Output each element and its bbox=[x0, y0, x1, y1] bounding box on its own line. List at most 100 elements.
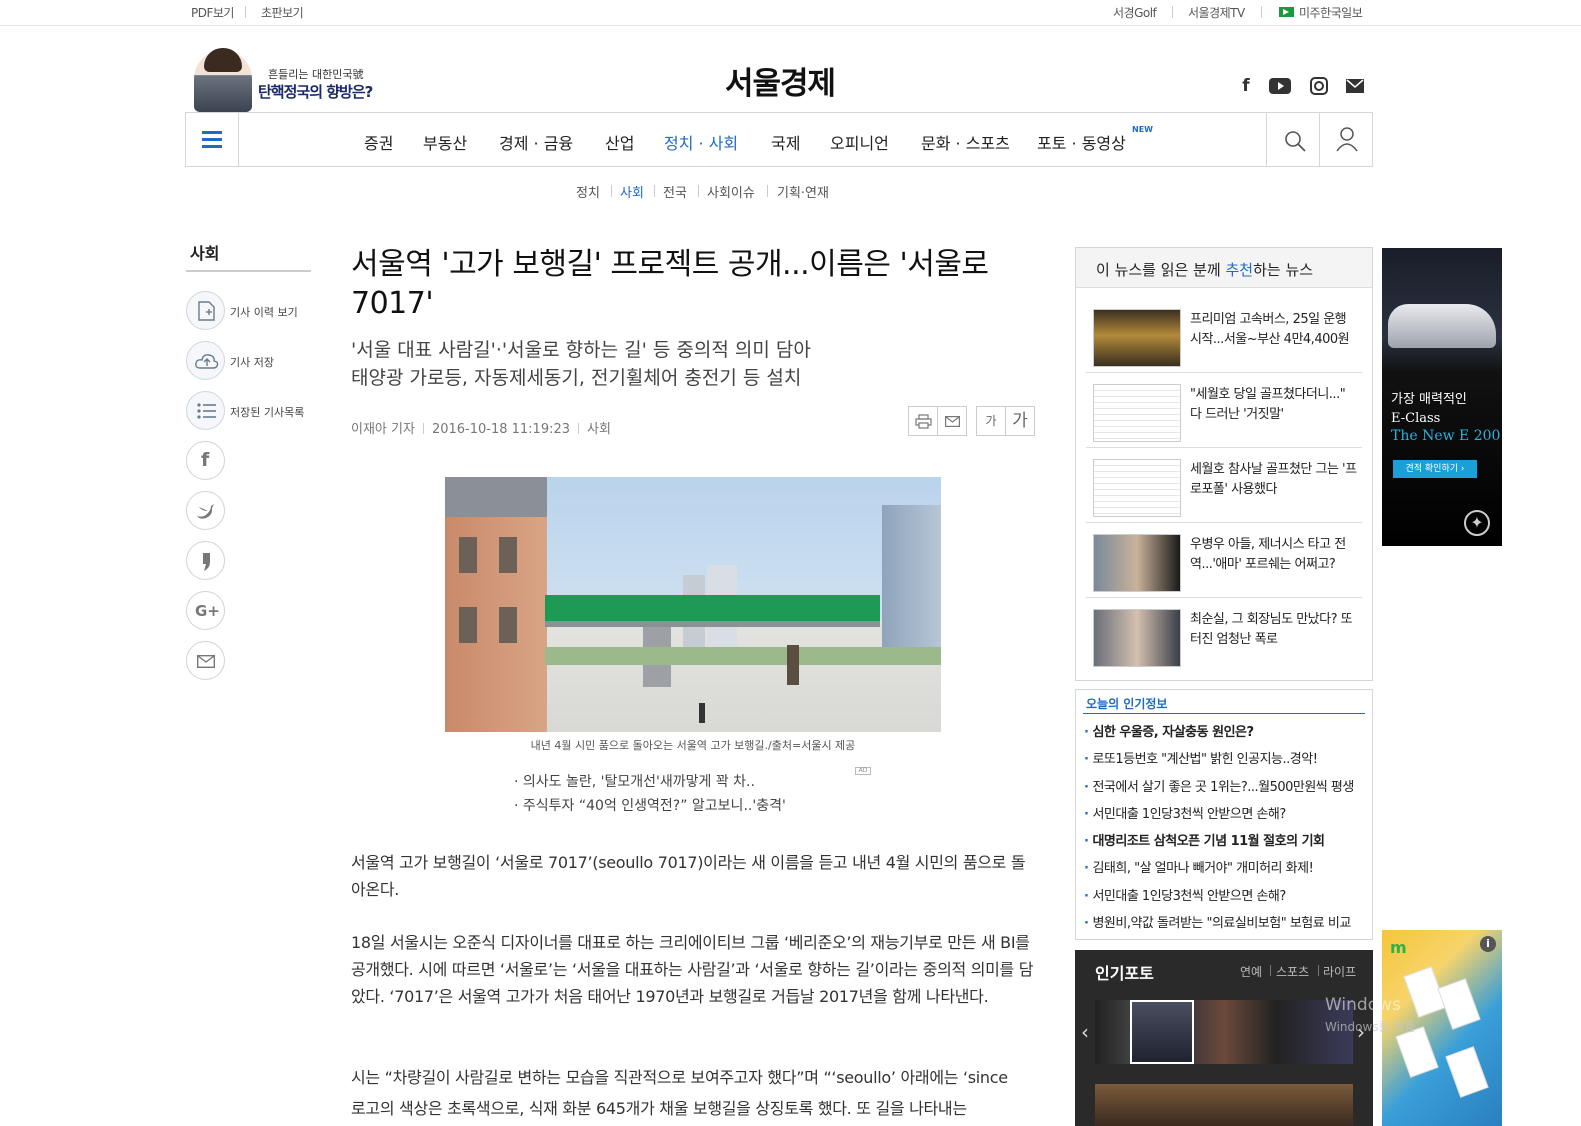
submenu-politics[interactable]: 정치 bbox=[576, 182, 600, 201]
photo-caption: 내년 4월 시민 품으로 돌아오는 서울역 고가 보행길./출처=서울시 제공 bbox=[530, 739, 856, 752]
instagram-icon[interactable] bbox=[1310, 77, 1328, 95]
nav-economy-finance[interactable]: 경제 · 금융 bbox=[499, 130, 573, 154]
promo-banner[interactable]: 흔들리는 대한민국號 탄핵정국의 향방은? bbox=[190, 48, 390, 112]
ad-card bbox=[1437, 978, 1481, 1030]
submenu-features[interactable]: 기획·연재 bbox=[777, 182, 829, 201]
byline: 이재아 기자 2016-10-18 11:19:23 사회 bbox=[351, 418, 611, 437]
save-article-label[interactable]: 기사 저장 bbox=[230, 354, 274, 370]
share-facebook-button[interactable]: f bbox=[186, 441, 225, 480]
related-link[interactable]: · 의사도 놀란, '탈모개선'새까맣게 꽉 차.. bbox=[514, 771, 755, 791]
user-button[interactable] bbox=[1319, 113, 1372, 166]
divider bbox=[767, 185, 768, 197]
nav-opinion[interactable]: 오피니언 bbox=[830, 130, 889, 154]
new-badge: NEW bbox=[1132, 125, 1153, 134]
nav-politics-society[interactable]: 정치 · 사회 bbox=[664, 130, 738, 154]
thumbnail bbox=[1093, 534, 1181, 592]
article-photo bbox=[445, 477, 941, 732]
sk-tv-link[interactable]: 서울경제TV bbox=[1188, 4, 1245, 21]
email-icon bbox=[197, 655, 215, 668]
promo-portrait bbox=[194, 48, 252, 112]
submenu-social-issues[interactable]: 사회이슈 bbox=[707, 182, 755, 201]
popular-item[interactable]: 서민대출 1인당3천씩 안받으면 손해? bbox=[1084, 803, 1369, 822]
photo-category-entertainment[interactable]: 연예 bbox=[1240, 963, 1262, 980]
popular-item[interactable]: 심한 우울증, 자살충동 원인은? bbox=[1084, 721, 1369, 740]
popular-photo-title: 인기포토 bbox=[1095, 964, 1154, 983]
pdf-view-link[interactable]: PDF보기 bbox=[191, 4, 234, 21]
site-logo[interactable]: 서울경제 bbox=[700, 58, 860, 103]
popular-item[interactable]: 병원비,약값 돌려받는 "의료실비보험" 보험료 비교 bbox=[1084, 912, 1369, 931]
submenu-society[interactable]: 사회 bbox=[620, 182, 644, 201]
recommended-item[interactable]: "세월호 당일 골프쳤다더니..." 다 드러난 '거짓말' bbox=[1086, 373, 1362, 448]
main-navigation: 증권 부동산 경제 · 금융 산업 정치 · 사회 국제 오피니언 문화 · 스… bbox=[185, 112, 1373, 167]
ad-card bbox=[1445, 1046, 1489, 1098]
font-increase-button[interactable]: 가 bbox=[1005, 406, 1035, 436]
nav-photo-video[interactable]: 포토 · 동영상 bbox=[1037, 130, 1126, 154]
info-icon[interactable]: i bbox=[1480, 936, 1496, 952]
brand-star-icon: ✦ bbox=[1464, 510, 1490, 536]
mail-icon[interactable] bbox=[1346, 79, 1364, 93]
twitter-icon bbox=[197, 504, 214, 519]
document-history-icon bbox=[198, 301, 215, 321]
popular-info-box: 오늘의 인기정보 심한 우울증, 자살충동 원인은? 로또1등번호 "계산법" … bbox=[1075, 689, 1373, 940]
korea-times-us-link[interactable]: 미주한국일보 bbox=[1299, 4, 1363, 21]
recommended-headline[interactable]: 프리미엄 고속버스, 25일 운행 시작...서울~부산 4만4,400원 bbox=[1190, 310, 1360, 350]
top-utility-bar: PDF보기 초판보기 서경Golf 서울경제TV 미주한국일보 bbox=[0, 0, 1581, 26]
submenu-national[interactable]: 전국 bbox=[663, 182, 687, 201]
recommended-headline[interactable]: 세월호 참사날 골프쳤단 그는 '프로포폴' 사용했다 bbox=[1190, 460, 1360, 500]
hamburger-menu-button[interactable] bbox=[186, 113, 239, 166]
sk-golf-link[interactable]: 서경Golf bbox=[1113, 4, 1157, 21]
subtitle-line: '서울 대표 사람길'·'서울로 향하는 길' 등 중의적 의미 담아 bbox=[351, 339, 811, 361]
youtube-icon[interactable] bbox=[1269, 78, 1291, 94]
recommended-item[interactable]: 프리미엄 고속버스, 25일 운행 시작...서울~부산 4만4,400원 bbox=[1086, 298, 1362, 373]
chevron-left-icon[interactable]: ‹ bbox=[1081, 1020, 1089, 1044]
car-image bbox=[1388, 304, 1496, 348]
article-subtitle: '서울 대표 사람길'·'서울로 향하는 길' 등 중의적 의미 담아 태양광 … bbox=[351, 336, 951, 392]
popular-item[interactable]: 로또1등번호 "계산법" 밝힌 인공지능..경악! bbox=[1084, 748, 1369, 767]
print-button[interactable] bbox=[908, 406, 938, 436]
email-article-button[interactable] bbox=[937, 406, 967, 436]
email-icon bbox=[945, 416, 960, 427]
recommended-headline[interactable]: "세월호 당일 골프쳤다더니..." 다 드러난 '거짓말' bbox=[1190, 385, 1360, 425]
recommended-item[interactable]: 우병우 아들, 제너시스 타고 전역...'애마' 포르쉐는 어쩌고? bbox=[1086, 523, 1362, 598]
popular-item[interactable]: 김태희, "살 얼마나 빼거야" 개미허리 화제! bbox=[1084, 857, 1369, 876]
search-button[interactable] bbox=[1266, 113, 1319, 166]
related-link[interactable]: · 주식투자 “40억 인생역전?” 알고보니..'충격' bbox=[514, 795, 786, 815]
car-advertisement[interactable]: 가장 매력적인 E-Class The New E 200 견적 확인하기 › ✦ bbox=[1382, 248, 1502, 546]
photo-thumbnail[interactable] bbox=[1095, 1084, 1353, 1126]
facebook-icon[interactable]: f bbox=[1236, 76, 1256, 96]
nav-industry[interactable]: 산업 bbox=[605, 130, 634, 154]
photo-category-sports[interactable]: 스포츠 bbox=[1276, 963, 1309, 980]
saved-list-button[interactable] bbox=[186, 391, 225, 430]
nav-stocks[interactable]: 증권 bbox=[364, 130, 393, 154]
google-plus-icon: G+ bbox=[195, 602, 220, 620]
nav-real-estate[interactable]: 부동산 bbox=[423, 130, 467, 154]
font-decrease-button[interactable]: 가 bbox=[976, 406, 1006, 436]
recommended-title: 이 뉴스를 읽은 분께 추천하는 뉴스 bbox=[1096, 261, 1314, 279]
history-button[interactable] bbox=[186, 291, 225, 330]
share-google-plus-button[interactable]: G+ bbox=[186, 591, 225, 630]
recommended-item[interactable]: 세월호 참사날 골프쳤단 그는 '프로포폴' 사용했다 bbox=[1086, 448, 1362, 523]
ad-quote-button[interactable]: 견적 확인하기 › bbox=[1393, 460, 1477, 478]
share-email-button[interactable] bbox=[186, 641, 225, 680]
recommended-item[interactable]: 최순실, 그 회장님도 만났다? 또 터진 엄청난 폭로 bbox=[1086, 598, 1362, 673]
save-article-button[interactable] bbox=[186, 341, 225, 380]
popular-item[interactable]: 대명리조트 삼척오픈 기념 11월 절호의 기회 bbox=[1084, 830, 1369, 849]
first-edition-link[interactable]: 초판보기 bbox=[261, 4, 304, 21]
nav-international[interactable]: 국제 bbox=[771, 130, 800, 154]
author[interactable]: 이재아 기자 bbox=[351, 422, 415, 437]
photo-carousel-selected[interactable] bbox=[1130, 1000, 1194, 1064]
article-section[interactable]: 사회 bbox=[587, 422, 611, 437]
ad-text: 가장 매력적인 E-Class bbox=[1391, 392, 1467, 426]
popular-item[interactable]: 서민대출 1인당3천씩 안받으면 손해? bbox=[1084, 885, 1369, 904]
nav-culture-sports[interactable]: 문화 · 스포츠 bbox=[921, 130, 1010, 154]
print-icon bbox=[915, 414, 932, 429]
photo-category-life[interactable]: 라이프 bbox=[1323, 963, 1356, 980]
recommended-headline[interactable]: 우병우 아들, 제너시스 타고 전역...'애마' 포르쉐는 어쩌고? bbox=[1190, 535, 1360, 575]
history-label[interactable]: 기사 이력 보기 bbox=[230, 304, 298, 320]
recommended-headline[interactable]: 최순실, 그 회장님도 만났다? 또 터진 엄청난 폭로 bbox=[1190, 610, 1360, 650]
divider bbox=[1270, 965, 1271, 976]
share-story-button[interactable] bbox=[186, 541, 225, 580]
popular-item[interactable]: 전국에서 살기 좋은 곳 1위는?...월500만원씩 평생 bbox=[1084, 776, 1369, 795]
share-twitter-button[interactable] bbox=[186, 491, 225, 530]
saved-list-label[interactable]: 저장된 기사목록 bbox=[230, 404, 304, 420]
